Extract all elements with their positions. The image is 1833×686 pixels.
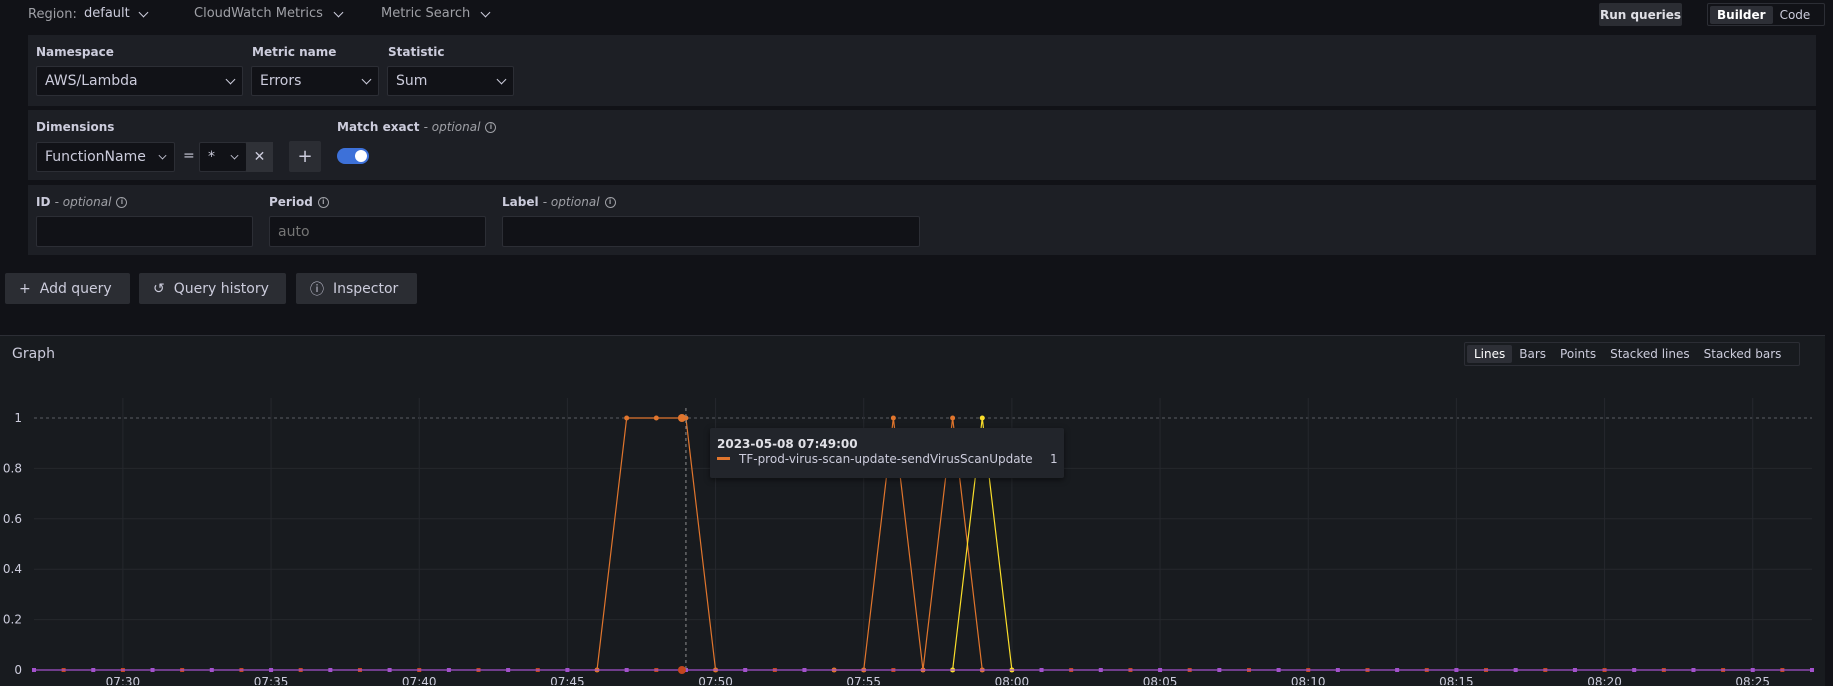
dimensions-label: Dimensions: [36, 120, 115, 134]
namespace-label: Namespace: [36, 45, 114, 59]
chevron-down-icon: [333, 7, 344, 17]
tooltip-series-name: TF-prod-virus-scan-update-sendVirusScanU…: [739, 452, 1033, 466]
plus-icon: +: [297, 146, 313, 167]
inspector-label: Inspector: [333, 280, 399, 297]
code-mode-option[interactable]: Code: [1773, 6, 1818, 24]
x-tick-label: 08:20: [1587, 675, 1622, 685]
label-input[interactable]: [502, 216, 920, 247]
match-exact-toggle[interactable]: [337, 148, 369, 164]
series-point: [890, 415, 896, 421]
add-query-button[interactable]: + Add query: [5, 273, 130, 304]
chevron-down-icon: [496, 74, 507, 84]
id-label: ID - optional i: [36, 195, 128, 209]
query-history-label: Query history: [173, 280, 269, 297]
run-queries-button[interactable]: Run queries: [1599, 3, 1682, 26]
statistic-value: Sum: [396, 73, 428, 89]
chevron-down-icon: [158, 151, 167, 159]
graph-title: Graph: [12, 346, 55, 362]
inspector-button[interactable]: ⓘ Inspector: [296, 273, 417, 304]
x-tick-label: 07:55: [846, 675, 881, 685]
tooltip-series-swatch: [717, 457, 730, 460]
mode-select[interactable]: Metric Search: [381, 6, 491, 21]
info-icon: i: [116, 197, 128, 208]
y-tick-label: 1: [14, 411, 22, 425]
remove-dimension-button[interactable]: ✕: [246, 142, 273, 172]
y-tick-label: 0.6: [3, 512, 22, 526]
region-value: default: [84, 6, 130, 21]
chevron-down-icon: [480, 7, 491, 17]
period-label: Period i: [269, 195, 329, 209]
series-point: [653, 415, 659, 421]
history-icon: ↺: [153, 280, 165, 297]
source-select[interactable]: CloudWatch Metrics: [194, 6, 344, 21]
period-input[interactable]: [269, 216, 486, 247]
metric-name-select[interactable]: Errors: [251, 66, 379, 96]
x-tick-label: 08:15: [1439, 675, 1474, 685]
y-tick-label: 0.2: [3, 613, 22, 627]
graph-mode-toggle: Lines Bars Points Stacked lines Stacked …: [1464, 342, 1800, 366]
chevron-down-icon: [138, 7, 149, 17]
statistic-label: Statistic: [388, 45, 445, 59]
mode-value: Metric Search: [381, 6, 471, 21]
info-icon: i: [604, 197, 616, 208]
x-tick-label: 08:05: [1143, 675, 1178, 685]
tooltip-value: 1: [1050, 452, 1058, 466]
x-tick-label: 08:25: [1735, 675, 1770, 685]
id-input[interactable]: [36, 216, 253, 247]
add-dimension-button[interactable]: +: [289, 141, 321, 172]
dimension-key-value: FunctionName: [45, 149, 146, 165]
x-tick-label: 07:45: [550, 675, 585, 685]
dimension-operator: =: [183, 148, 195, 164]
label-label: Label - optional i: [502, 195, 616, 209]
y-tick-label: 0.4: [3, 562, 22, 576]
plus-icon: +: [19, 280, 31, 297]
y-tick-label: 0.8: [3, 461, 22, 475]
y-tick-label: 0: [14, 663, 22, 677]
region-label: Region:: [28, 7, 77, 22]
info-circle-icon: ⓘ: [310, 281, 324, 298]
x-tick-label: 07:40: [402, 675, 437, 685]
editor-mode-toggle: Builder Code: [1707, 3, 1825, 26]
namespace-select[interactable]: AWS/Lambda: [36, 66, 243, 96]
statistic-select[interactable]: Sum: [387, 66, 514, 96]
hover-point: [677, 414, 686, 422]
mode-lines[interactable]: Lines: [1467, 345, 1513, 363]
match-exact-label: Match exact - optional i: [337, 120, 497, 134]
toggle-knob: [355, 150, 367, 162]
dimension-key-select[interactable]: FunctionName: [36, 142, 175, 172]
chevron-down-icon: [361, 74, 372, 84]
namespace-value: AWS/Lambda: [45, 73, 138, 89]
series-line: [596, 417, 717, 671]
tooltip-time: 2023-05-08 07:49:00: [717, 437, 858, 451]
chevron-down-icon: [225, 74, 236, 84]
metric-name-label: Metric name: [252, 45, 337, 59]
dimension-value: *: [208, 149, 215, 165]
close-icon: ✕: [253, 149, 266, 165]
dimension-value-select[interactable]: *: [199, 142, 247, 172]
chevron-down-icon: [230, 151, 239, 159]
mode-stacked-lines[interactable]: Stacked lines: [1603, 345, 1697, 363]
x-tick-label: 08:00: [995, 675, 1030, 685]
info-icon: i: [485, 122, 497, 133]
hover-point: [677, 666, 686, 674]
add-query-label: Add query: [39, 280, 112, 297]
x-tick-label: 08:10: [1291, 675, 1326, 685]
builder-mode-option[interactable]: Builder: [1710, 5, 1773, 24]
source-value: CloudWatch Metrics: [194, 6, 323, 21]
x-tick-label: 07:50: [698, 675, 733, 685]
series-point: [979, 415, 985, 421]
series-point: [624, 415, 630, 421]
errors-chart[interactable]: 0 0.2 0.4 0.6 0.8 1 07:30 07:35 07:40 07:45 07:50 0…: [0, 380, 1833, 685]
region-select[interactable]: default: [84, 6, 149, 21]
chart-tooltip: 2023-05-08 07:49:00 TF-prod-virus-scan-u…: [710, 428, 1064, 478]
series-point: [950, 415, 956, 421]
mode-points[interactable]: Points: [1553, 345, 1603, 363]
mode-bars[interactable]: Bars: [1512, 345, 1553, 363]
mode-stacked-bars[interactable]: Stacked bars: [1697, 345, 1789, 363]
query-history-button[interactable]: ↺ Query history: [139, 273, 286, 304]
metric-name-value: Errors: [260, 73, 302, 89]
x-tick-label: 07:30: [106, 675, 141, 685]
x-tick-label: 07:35: [254, 675, 289, 685]
info-icon: i: [317, 197, 329, 208]
